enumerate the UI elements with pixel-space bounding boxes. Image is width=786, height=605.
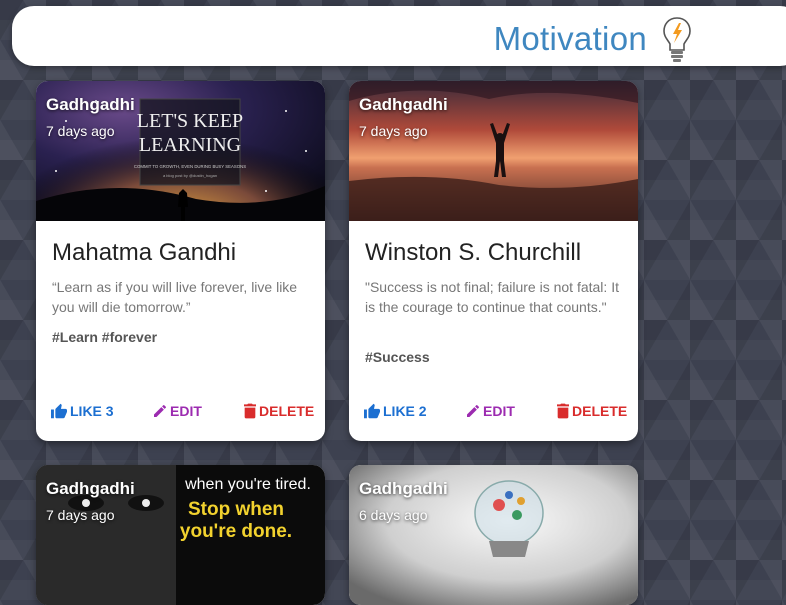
delete-button[interactable]: DELETE	[556, 403, 627, 419]
card-author: Gadhgadhi	[359, 479, 448, 498]
card-time: 6 days ago	[359, 507, 428, 523]
image-text-line3: COMMIT TO GROWTH, EVEN DURING BUSY SEASO…	[134, 164, 246, 169]
thumbs-up-icon	[51, 403, 67, 419]
delete-label: DELETE	[259, 403, 315, 419]
card-time: 7 days ago	[359, 123, 428, 139]
quote-tags: #Learn #forever	[52, 329, 158, 345]
pencil-icon	[154, 404, 166, 417]
like-label: LIKE 3	[70, 403, 114, 419]
delete-label: DELETE	[572, 403, 628, 419]
card-time: 7 days ago	[46, 507, 115, 523]
quote-card: LET'S KEEP LEARNING COMMIT TO GROWTH, EV…	[36, 81, 325, 441]
like-label: LIKE 2	[383, 403, 427, 419]
card-time: 7 days ago	[46, 123, 115, 139]
edit-button[interactable]: EDIT	[465, 403, 515, 419]
image-text-line1: LET'S KEEP	[137, 110, 243, 132]
like-button[interactable]: LIKE 3	[50, 403, 114, 419]
thumbs-up-icon	[364, 403, 380, 419]
card-image: LET'S KEEP LEARNING COMMIT TO GROWTH, EV…	[36, 81, 325, 221]
quote-author: Mahatma Gandhi	[52, 239, 237, 266]
card-author: Gadhgadhi	[46, 479, 135, 498]
edit-label: EDIT	[483, 403, 515, 419]
like-button[interactable]: LIKE 2	[363, 403, 427, 419]
edit-label: EDIT	[170, 403, 202, 419]
card-author: Gadhgadhi	[359, 95, 448, 114]
edit-button[interactable]: EDIT	[152, 403, 202, 419]
quote-card: when you're tired. Stop when you're done…	[36, 465, 325, 605]
image-text-line2: Stop when	[188, 499, 284, 520]
card-actions: LIKE 2 EDIT DELETE	[349, 403, 638, 423]
lightbulb-icon	[663, 17, 691, 62]
quote-author: Winston S. Churchill	[365, 239, 582, 266]
app-bar: Motivation	[12, 6, 786, 66]
trash-icon	[557, 403, 569, 419]
quote-text: “Learn as if you will live forever, live…	[52, 279, 298, 315]
card-author: Gadhgadhi	[46, 95, 135, 114]
quote-text: "Success is not final; failure is not fa…	[365, 279, 619, 315]
image-text-line3: you're done.	[180, 521, 292, 542]
delete-button[interactable]: DELETE	[243, 403, 314, 419]
image-text-line1: when you're tired.	[184, 476, 311, 493]
quote-card: Gadhgadhi 6 days ago	[349, 465, 638, 605]
card-actions: LIKE 3 EDIT DELETE	[36, 403, 325, 423]
trash-icon	[244, 403, 256, 419]
image-text-line2: LEARNING	[139, 134, 241, 156]
image-text-line4: a blog post by @dustin_hogan	[163, 173, 217, 178]
quote-tags: #Success	[365, 349, 430, 365]
app-title: Motivation	[493, 20, 647, 57]
pencil-icon	[467, 404, 479, 417]
card-image: Gadhgadhi 6 days ago	[349, 465, 638, 605]
card-image: Gadhgadhi 7 days ago	[349, 81, 638, 221]
card-image: when you're tired. Stop when you're done…	[36, 465, 325, 605]
quote-card: Gadhgadhi 7 days ago Winston S. Churchil…	[349, 81, 638, 441]
